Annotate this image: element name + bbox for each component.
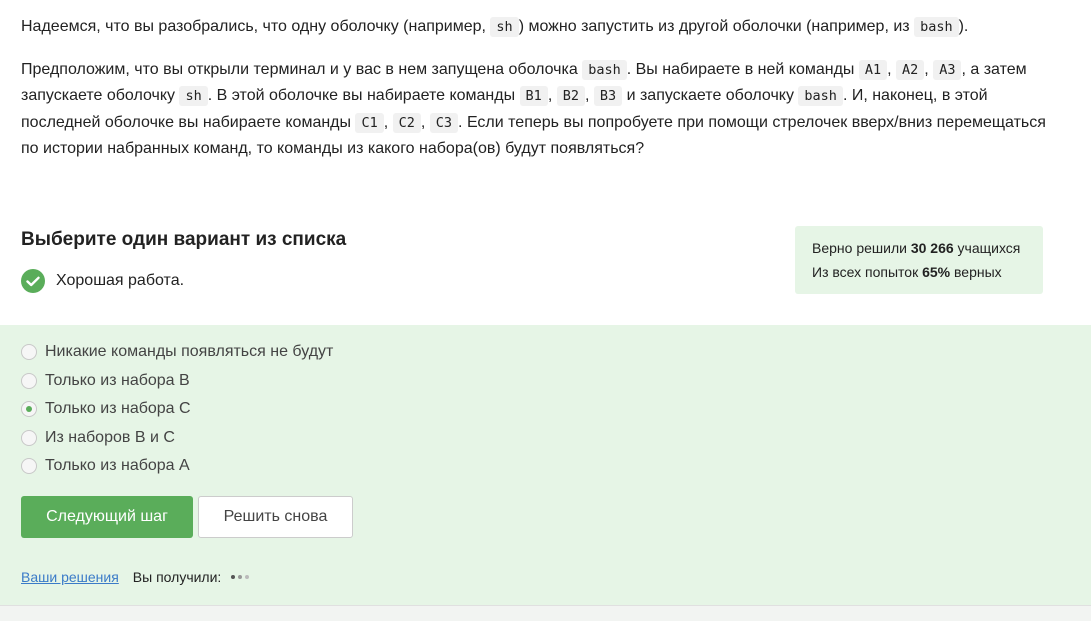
- step-text: Надеемся, что вы разобрались, что одну о…: [21, 14, 1066, 162]
- text-segment: ,: [887, 60, 897, 78]
- inline-code: C1: [355, 112, 384, 133]
- stats-solved-count: 30 266: [910, 240, 954, 256]
- loading-dot: [231, 575, 236, 579]
- check-circle-icon: [21, 269, 45, 293]
- inline-code: C3: [429, 112, 459, 133]
- inline-code: sh: [179, 86, 208, 106]
- stats-solved-prefix: Верно решили: [812, 240, 911, 256]
- feedback-row: Хорошая работа.: [21, 269, 184, 293]
- stats-percent-value: 65%: [922, 264, 951, 280]
- solve-again-button[interactable]: Решить снова: [198, 496, 353, 538]
- text-segment: ) можно запустить из другой оболочки (на…: [518, 18, 915, 35]
- text-segment: и запускаете оболочку: [622, 87, 799, 104]
- stats-solved-suffix: учащихся: [953, 240, 1021, 256]
- option-label: Только из набора A: [45, 457, 190, 474]
- inline-code: B3: [593, 86, 623, 106]
- stats-panel: Верно решили 30 266 учащихся Из всех поп…: [795, 226, 1043, 294]
- inline-code: A1: [858, 59, 888, 80]
- option-2[interactable]: Только из набора C: [21, 400, 191, 418]
- option-label: Только из набора C: [45, 400, 191, 417]
- stats-percent-line: Из всех попыток 65% верных: [812, 260, 1043, 284]
- option-4[interactable]: Только из набора A: [21, 457, 190, 475]
- radio-button[interactable]: [21, 401, 37, 417]
- inline-code: A2: [896, 59, 925, 80]
- inline-code: sh: [490, 17, 519, 37]
- text-segment: ,: [547, 87, 557, 104]
- radio-button[interactable]: [21, 458, 37, 474]
- stats-solved-line: Верно решили 30 266 учащихся: [812, 236, 1043, 260]
- text-segment: Надеемся, что вы разобрались, что одну о…: [21, 18, 491, 35]
- option-1[interactable]: Только из набора B: [21, 372, 190, 390]
- submission-footer: Ваши решения Вы получили:: [21, 569, 250, 585]
- option-3[interactable]: Из наборов B и C: [21, 429, 175, 447]
- loading-dot: [245, 575, 250, 579]
- radio-button[interactable]: [21, 344, 37, 360]
- loading-dot: [238, 575, 243, 579]
- answers-area: Никакие команды появляться не будут Толь…: [0, 325, 1091, 605]
- loading-dots-icon: [231, 575, 250, 579]
- option-0[interactable]: Никакие команды появляться не будут: [21, 343, 333, 361]
- inline-code: B2: [556, 86, 585, 106]
- text-segment: ,: [420, 113, 430, 131]
- text-segment: ).: [958, 18, 969, 35]
- text-segment: . Вы набираете в ней команды: [626, 60, 859, 78]
- inline-code: bash: [798, 86, 843, 106]
- inline-code: A3: [933, 59, 962, 80]
- next-step-button[interactable]: Следующий шаг: [21, 496, 193, 538]
- page-bottom-edge: [0, 605, 1091, 621]
- text-segment: . В этой оболочке вы набираете команды: [207, 87, 520, 104]
- stats-percent-suffix: верных: [950, 264, 1002, 280]
- intro-paragraph-2: Предположим, что вы открыли терминал и у…: [21, 57, 1066, 162]
- text-segment: ,: [924, 60, 934, 78]
- radio-button[interactable]: [21, 430, 37, 446]
- text-segment: ,: [584, 87, 594, 104]
- your-solutions-link[interactable]: Ваши решения: [21, 569, 119, 585]
- inline-code: C2: [392, 112, 421, 133]
- intro-paragraph-1: Надеемся, что вы разобрались, что одну о…: [21, 14, 1066, 41]
- score-label: Вы получили:: [132, 569, 222, 585]
- stats-percent-prefix: Из всех попыток: [812, 264, 923, 280]
- option-label: Никакие команды появляться не будут: [45, 343, 334, 360]
- radio-button[interactable]: [21, 373, 37, 389]
- quiz-heading: Выберите один вариант из списка: [21, 229, 347, 250]
- option-label: Из наборов B и C: [45, 429, 175, 446]
- inline-code: B1: [519, 86, 548, 106]
- feedback-message: Хорошая работа.: [56, 272, 185, 289]
- inline-code: bash: [582, 59, 627, 80]
- inline-code: bash: [914, 17, 959, 37]
- text-segment: Предположим, что вы открыли терминал и у…: [21, 60, 583, 78]
- text-segment: ,: [383, 113, 393, 131]
- option-label: Только из набора B: [45, 372, 190, 389]
